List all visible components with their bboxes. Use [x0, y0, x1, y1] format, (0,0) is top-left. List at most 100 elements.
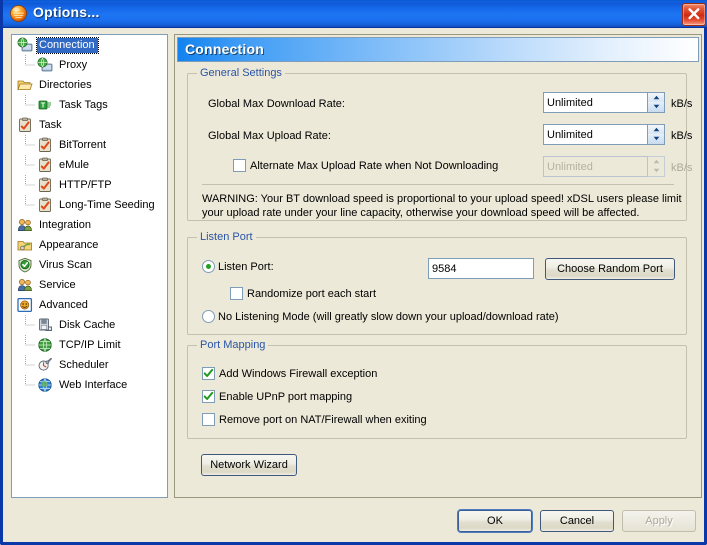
download-rate-spin-up[interactable]	[648, 93, 664, 102]
sidebar-item-connection[interactable]: Connection	[12, 35, 167, 55]
sidebar-item-scheduler[interactable]: Scheduler	[12, 355, 167, 375]
sidebar-item-web-interface[interactable]: Web Interface	[12, 375, 167, 395]
sidebar-item-http-ftp[interactable]: HTTP/FTP	[12, 175, 167, 195]
options-dialog-window: Options... Connection Proxy Directories T Ta…	[0, 0, 707, 545]
tree-connector-icon	[24, 355, 37, 375]
sidebar-item-label: Virus Scan	[37, 258, 95, 273]
shield-check-icon	[17, 257, 33, 273]
sidebar-item-service[interactable]: Service	[12, 275, 167, 295]
sidebar-item-task[interactable]: Task	[12, 115, 167, 135]
globe-monitor-icon	[17, 37, 33, 53]
clipboard-icon	[37, 197, 53, 213]
download-rate-input[interactable]	[543, 92, 648, 113]
sidebar-item-directories[interactable]: Directories	[12, 75, 167, 95]
title-bar[interactable]: Options...	[3, 0, 707, 28]
window-title: Options...	[33, 4, 100, 20]
sidebar-item-label: Service	[37, 278, 79, 293]
sidebar-item-emule[interactable]: eMule	[12, 155, 167, 175]
alternate-upload-rate-input[interactable]	[543, 156, 648, 177]
listen-port-input[interactable]	[428, 258, 534, 279]
sidebar-item-virus-scan[interactable]: Virus Scan	[12, 255, 167, 275]
upload-rate-spinner[interactable]	[648, 124, 665, 145]
listen-port-radio[interactable]	[202, 260, 215, 273]
tree-connector-icon	[24, 175, 37, 195]
sidebar-item-bittorrent[interactable]: BitTorrent	[12, 135, 167, 155]
sidebar-item-label: TCP/IP Limit	[57, 338, 124, 353]
randomize-port-checkbox-row[interactable]: Randomize port each start	[230, 287, 376, 300]
upload-rate-input[interactable]	[543, 124, 648, 145]
upnp-mapping-checkbox[interactable]	[202, 390, 215, 403]
sidebar-item-label: Task Tags	[57, 98, 111, 113]
tag-t-icon: T	[37, 97, 53, 113]
tree-connector-icon	[24, 195, 37, 215]
folder-open-icon	[17, 77, 33, 93]
firewall-exception-checkbox-row[interactable]: Add Windows Firewall exception	[202, 367, 377, 380]
sidebar-item-label: Scheduler	[57, 358, 112, 373]
page-title: Connection	[185, 41, 264, 57]
sidebar-item-long-time-seeding[interactable]: Long-Time Seeding	[12, 195, 167, 215]
alternate-spin-down	[648, 166, 664, 175]
download-rate-unit: kB/s	[671, 98, 692, 110]
sidebar-item-label: Proxy	[57, 58, 90, 73]
remove-port-checkbox[interactable]	[202, 413, 215, 426]
listen-port-radio-row[interactable]: Listen Port:	[202, 260, 274, 273]
sidebar-item-disk-cache[interactable]: Disk Cache	[12, 315, 167, 335]
sidebar-item-label: Task	[37, 118, 65, 133]
sidebar-item-integration[interactable]: Integration	[12, 215, 167, 235]
tree-connector-icon	[24, 375, 37, 395]
listen-port-label: Listen Port:	[218, 261, 274, 273]
upload-rate-spin-down[interactable]	[648, 134, 664, 143]
sidebar-item-tcp-ip-limit[interactable]: TCP/IP Limit	[12, 335, 167, 355]
alternate-upload-rate-checkbox-row[interactable]: Alternate Max Upload Rate when Not Downl…	[233, 159, 498, 172]
no-listening-label: No Listening Mode (will greatly slow dow…	[218, 311, 559, 323]
sidebar-item-label: Connection	[37, 38, 98, 53]
download-rate-label: Global Max Download Rate:	[208, 98, 345, 110]
upload-rate-spin-up[interactable]	[648, 125, 664, 134]
warning-text: WARNING: Your BT download speed is propo…	[202, 192, 692, 220]
no-listening-radio-row[interactable]: No Listening Mode (will greatly slow dow…	[202, 310, 559, 323]
sidebar-item-label: Appearance	[37, 238, 101, 253]
listen-port-title: Listen Port	[197, 231, 256, 243]
close-icon[interactable]	[682, 3, 706, 26]
tree-connector-icon	[24, 55, 37, 75]
sidebar-item-label: Long-Time Seeding	[57, 198, 158, 213]
upnp-mapping-checkbox-row[interactable]: Enable UPnP port mapping	[202, 390, 352, 403]
clipboard-icon	[37, 177, 53, 193]
download-rate-spinner[interactable]	[648, 92, 665, 113]
sidebar-item-label: BitTorrent	[57, 138, 109, 153]
tree-connector-icon	[24, 335, 37, 355]
network-wizard-button[interactable]: Network Wizard	[201, 454, 297, 476]
sidebar-item-advanced[interactable]: Advanced	[12, 295, 167, 315]
cancel-button[interactable]: Cancel	[540, 510, 614, 532]
ok-button[interactable]: OK	[458, 510, 532, 532]
firewall-exception-checkbox[interactable]	[202, 367, 215, 380]
listen-port-group: Listen Port Listen Port: Choose Random P…	[187, 237, 687, 335]
tree-connector-icon	[24, 155, 37, 175]
port-mapping-group: Port Mapping Add Windows Firewall except…	[187, 345, 687, 439]
apply-button: Apply	[622, 510, 696, 532]
disk-drive-icon	[37, 317, 53, 333]
clipboard-icon	[37, 137, 53, 153]
sidebar-item-proxy[interactable]: Proxy	[12, 55, 167, 75]
no-listening-radio[interactable]	[202, 310, 215, 323]
alternate-upload-rate-checkbox[interactable]	[233, 159, 246, 172]
upnp-mapping-label: Enable UPnP port mapping	[219, 391, 352, 403]
sidebar-item-label: Web Interface	[57, 378, 130, 393]
choose-random-port-button[interactable]: Choose Random Port	[545, 258, 675, 280]
globe-icon	[37, 337, 53, 353]
download-rate-spin-down[interactable]	[648, 102, 664, 111]
remove-port-label: Remove port on NAT/Firewall when exiting	[219, 414, 427, 426]
people-icon	[17, 217, 33, 233]
thunder-orb-icon	[10, 5, 27, 22]
remove-port-checkbox-row[interactable]: Remove port on NAT/Firewall when exiting	[202, 413, 427, 426]
settings-content-panel: Connection General Settings Global Max D…	[174, 34, 702, 498]
sidebar-item-label: Advanced	[37, 298, 91, 313]
randomize-port-checkbox[interactable]	[230, 287, 243, 300]
svg-text:T: T	[41, 103, 46, 110]
sidebar-item-appearance[interactable]: Appearance	[12, 235, 167, 255]
clock-tool-icon	[37, 357, 53, 373]
sidebar-item-label: Integration	[37, 218, 94, 233]
sidebar-item-task-tags[interactable]: T Task Tags	[12, 95, 167, 115]
settings-tree[interactable]: Connection Proxy Directories T Task Tags Task…	[11, 34, 168, 498]
firewall-exception-label: Add Windows Firewall exception	[219, 368, 377, 380]
